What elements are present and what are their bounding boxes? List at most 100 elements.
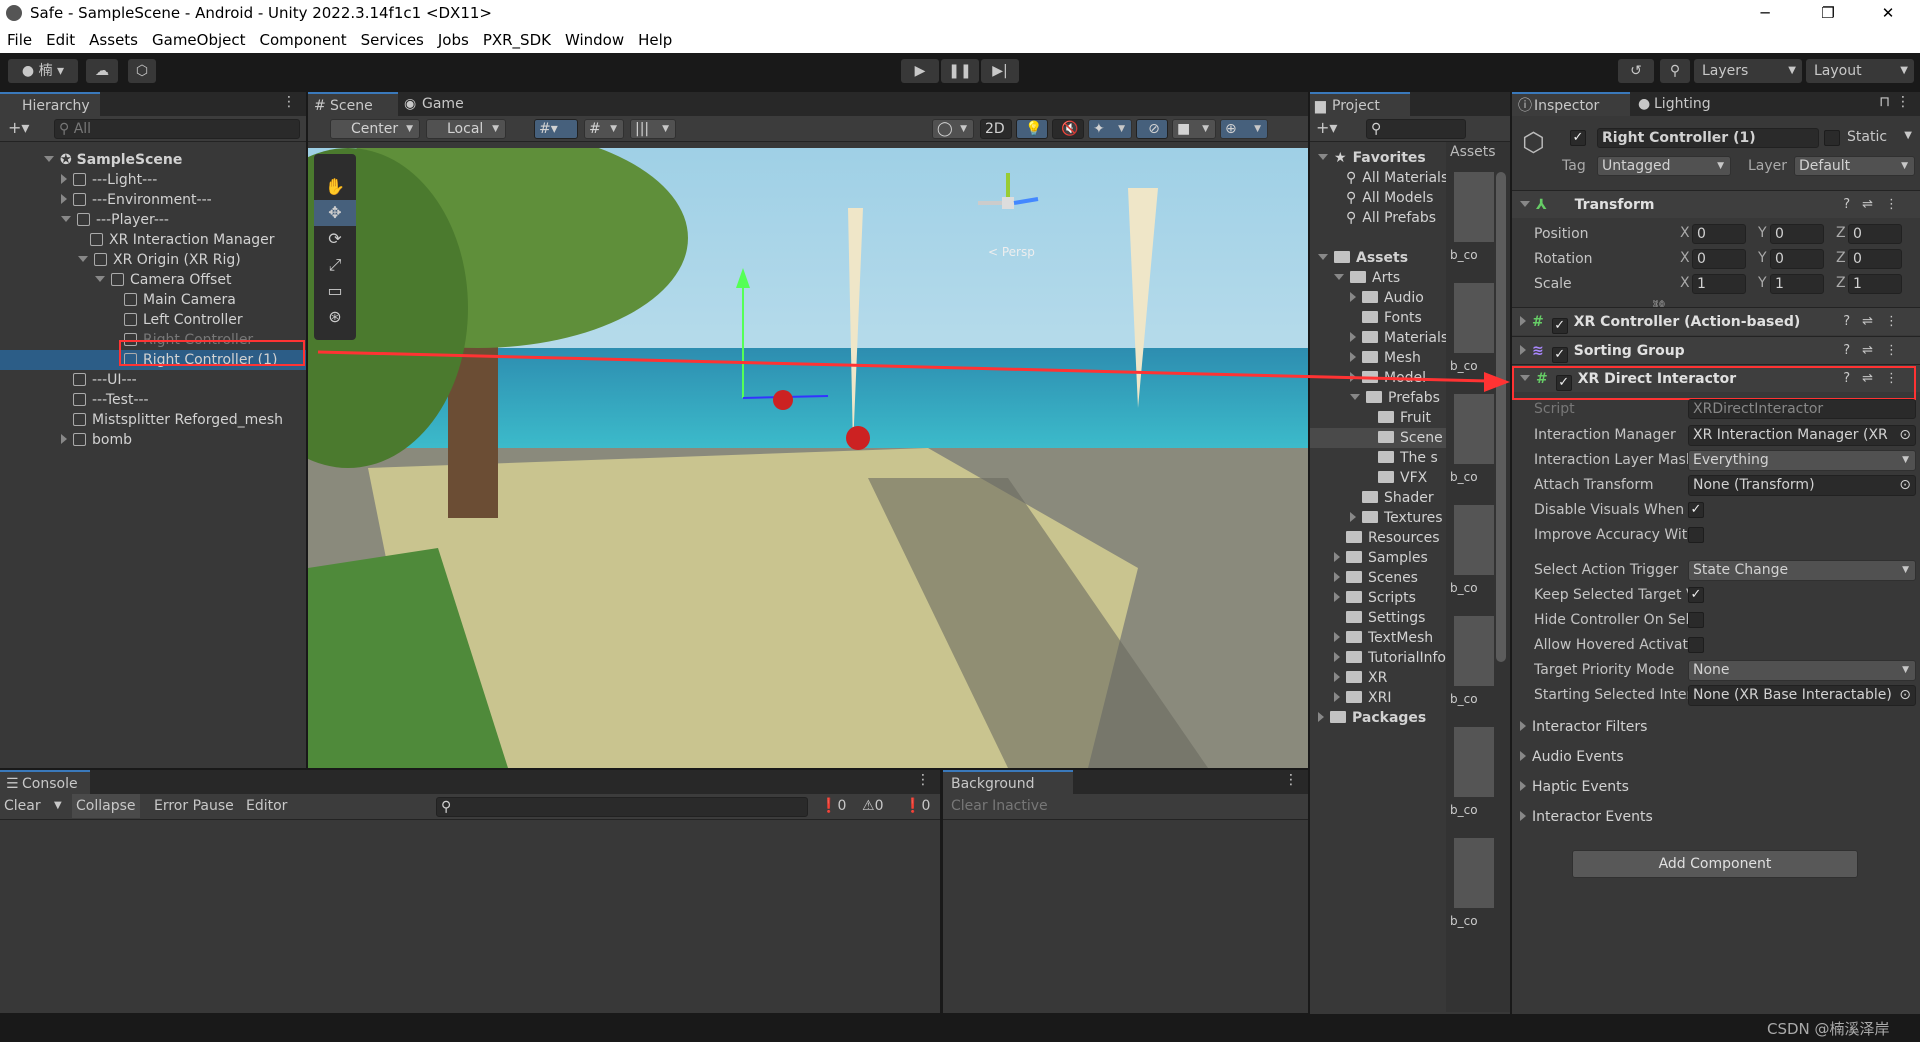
hierarchy-item[interactable]: ---Environment--- [61, 190, 212, 210]
project-item[interactable] [1318, 228, 1330, 248]
hierarchy-item[interactable]: Camera Offset [95, 270, 231, 290]
component-actions[interactable]: ?⇌⋮ [1843, 337, 1910, 365]
expand-arrow-icon[interactable] [1350, 372, 1356, 382]
snap-increment-dropdown[interactable]: # [584, 119, 624, 139]
project-item[interactable]: XR [1334, 668, 1387, 688]
attach-transform-field[interactable]: None (Transform) ⊙ [1688, 475, 1916, 496]
asset-label[interactable]: b_co [1450, 248, 1494, 262]
transform-rotation-z-input[interactable]: 0 [1848, 249, 1902, 269]
grid-snap-toggle[interactable]: #▾ [534, 119, 578, 139]
scene-root[interactable]: ✪ SampleScene [44, 150, 182, 170]
add-component-button[interactable]: Add Component [1572, 850, 1858, 878]
project-item[interactable]: Fonts [1350, 308, 1422, 328]
asset-thumbnail[interactable] [1454, 172, 1494, 242]
pivot-dropdown[interactable]: Center [330, 119, 420, 139]
select-action-trigger-dropdown[interactable]: State Change [1688, 560, 1916, 581]
transform-rotation-x-input[interactable]: 0 [1692, 249, 1746, 269]
project-item[interactable]: The s [1366, 448, 1438, 468]
hide-controller-on-select-checkbox[interactable] [1688, 612, 1704, 628]
2d-toggle[interactable]: 2D [980, 119, 1012, 139]
project-item[interactable]: Shader [1350, 488, 1434, 508]
project-item[interactable]: ⚲ All Models [1334, 188, 1433, 208]
asset-label[interactable]: b_co [1450, 692, 1494, 706]
project-item[interactable]: Textures [1350, 508, 1443, 528]
hierarchy-item[interactable]: Main Camera [112, 290, 236, 310]
move-tool-icon[interactable]: ✥ [314, 200, 356, 226]
menu-gameobject[interactable]: GameObject [145, 27, 253, 53]
tab-project[interactable]: ▆ Project [1310, 92, 1410, 116]
account-button[interactable]: ● 楠 ▾ [8, 59, 78, 83]
scene-viewport[interactable]: < Persp ✋ ✥ ⟳ ⤢ ▭ ⊛ [308, 148, 1308, 768]
shading-mode-dropdown[interactable]: ◯ [932, 119, 974, 139]
foldout-interactor-events[interactable]: Interactor Events [1520, 807, 1653, 827]
project-item[interactable]: Packages [1318, 708, 1426, 728]
pause-button[interactable]: ❚❚ [941, 59, 979, 83]
foldout-haptic-events[interactable]: Haptic Events [1520, 777, 1629, 797]
improve-accuracy-with-sphere-checkbox[interactable] [1688, 527, 1704, 543]
history-icon[interactable]: ↺ [1618, 59, 1654, 83]
hierarchy-item[interactable]: ---Light--- [61, 170, 157, 190]
hierarchy-item[interactable]: ---UI--- [61, 370, 137, 390]
expand-arrow-icon[interactable] [61, 174, 67, 184]
project-item[interactable]: Model [1350, 368, 1426, 388]
project-item[interactable]: Prefabs [1350, 388, 1440, 408]
expand-arrow-icon[interactable] [61, 194, 67, 204]
project-item[interactable]: Resources [1334, 528, 1440, 548]
console-search-input[interactable]: ⚲ [436, 797, 808, 817]
hierarchy-search-input[interactable]: ⚲ All [54, 119, 300, 139]
disable-visuals-when-blocked-checkbox[interactable]: ✓ [1688, 502, 1704, 518]
panel-menu-icon[interactable]: ⋮ [1284, 772, 1298, 788]
project-item[interactable]: Mesh [1350, 348, 1421, 368]
transform-scale-y-input[interactable]: 1 [1770, 274, 1824, 294]
expand-arrow-icon[interactable] [1334, 572, 1340, 582]
transform-tool-icon[interactable]: ⊛ [314, 304, 356, 330]
expand-arrow-icon[interactable] [1334, 692, 1340, 702]
menu-pxr-sdk[interactable]: PXR_SDK [476, 27, 558, 53]
menu-window[interactable]: Window [558, 27, 631, 53]
ruler-dropdown[interactable]: ||| [630, 119, 676, 139]
expand-arrow-icon[interactable] [1520, 811, 1526, 821]
tab-lighting[interactable]: ● Lighting [1632, 92, 1732, 116]
expand-arrow-icon[interactable] [1350, 512, 1356, 522]
error-filter[interactable]: ❗0 [904, 794, 930, 818]
panel-menu-icon[interactable]: ⋮ [282, 94, 296, 110]
static-dropdown-arrow[interactable]: ▼ [1904, 130, 1912, 141]
allow-hovered-activate-checkbox[interactable] [1688, 637, 1704, 653]
object-name-input[interactable]: Right Controller (1) [1597, 128, 1819, 148]
menu-jobs[interactable]: Jobs [431, 27, 476, 53]
expand-arrow-icon[interactable] [1350, 352, 1356, 362]
expand-arrow-icon[interactable] [1334, 552, 1340, 562]
asset-thumbnail[interactable] [1454, 838, 1494, 908]
menu-services[interactable]: Services [354, 27, 431, 53]
expand-arrow-icon[interactable] [1334, 632, 1340, 642]
expand-arrow-icon[interactable] [95, 276, 105, 282]
scrollbar[interactable] [1496, 172, 1506, 662]
asset-label[interactable]: b_co [1450, 359, 1494, 373]
hierarchy-item[interactable]: ---Test--- [61, 390, 149, 410]
hierarchy-item[interactable]: ---Player--- [61, 210, 169, 230]
target-priority-mode-dropdown[interactable]: None [1688, 660, 1916, 681]
asset-thumbnail[interactable] [1454, 505, 1494, 575]
expand-arrow-icon[interactable] [78, 256, 88, 262]
transform-position-x-input[interactable]: 0 [1692, 224, 1746, 244]
cloud-icon[interactable]: ☁ [86, 59, 118, 83]
expand-arrow-icon[interactable] [61, 216, 71, 222]
project-item[interactable]: Audio [1350, 288, 1424, 308]
project-item[interactable]: Materials [1350, 328, 1446, 348]
transform-scale-z-input[interactable]: 1 [1848, 274, 1902, 294]
project-item[interactable]: ★ Favorites [1318, 148, 1426, 168]
component-header[interactable]: # ✓ XR Controller (Action-based) ?⇌⋮ [1512, 307, 1920, 335]
clear-inactive-button[interactable]: Clear Inactive [951, 794, 1048, 818]
expand-arrow-icon[interactable] [1350, 292, 1356, 302]
hierarchy-item[interactable]: Right Controller [112, 330, 253, 350]
interaction-layer-mask-dropdown[interactable]: Everything [1688, 450, 1916, 471]
hidden-objects-icon[interactable]: ⊘ [1136, 119, 1168, 139]
tab-hierarchy[interactable]: Hierarchy [0, 92, 100, 116]
hierarchy-item[interactable]: XR Origin (XR Rig) [78, 250, 241, 270]
asset-label[interactable]: b_co [1450, 581, 1494, 595]
tab-console[interactable]: ☰ Console [0, 770, 90, 794]
panel-menu-icon[interactable]: ⋮ [1896, 94, 1910, 110]
asset-label[interactable]: b_co [1450, 803, 1494, 817]
foldout-interactor-filters[interactable]: Interactor Filters [1520, 717, 1647, 737]
expand-arrow-icon[interactable] [1520, 751, 1526, 761]
